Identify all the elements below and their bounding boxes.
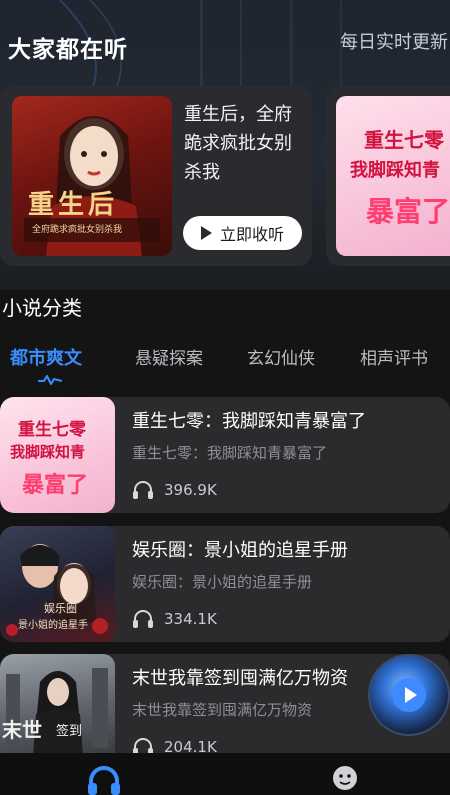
page-title: 大家都在听 — [8, 37, 128, 63]
play-icon — [200, 226, 212, 240]
listen-now-label: 立即收听 — [219, 225, 284, 244]
book-cover: 重生七零 我脚踩知青 暴富了 — [336, 96, 450, 256]
play-count-value: 396.9K — [164, 481, 217, 499]
play-count: 396.9K — [132, 479, 217, 501]
cover-line: 末世 — [2, 718, 42, 742]
tab-mystery[interactable]: 悬疑探案 — [135, 344, 203, 369]
cover-line: 重生七零 — [364, 128, 444, 152]
category-tabs: 都市爽文 悬疑探案 玄幻仙侠 相声评书 — [0, 344, 450, 385]
cover-line: 我脚踩知青 — [10, 443, 86, 461]
play-button[interactable] — [392, 678, 426, 712]
tab-crosstalk[interactable]: 相声评书 — [360, 344, 428, 369]
book-desc: 娱乐圈：景小姐的追星手册 — [132, 573, 313, 591]
headphones-nav-icon[interactable] — [87, 765, 121, 795]
play-count: 334.1K — [132, 608, 217, 630]
section-title: 小说分类 — [2, 296, 82, 320]
list-item[interactable]: 重生七零 我脚踩知青 暴富了 重生七零：我脚踩知青暴富了 重生七零：我脚踩知青暴… — [0, 397, 450, 513]
book-cover: 娱乐圈 景小姐的追星手 — [0, 526, 115, 642]
update-note: 每日实时更新 — [340, 32, 448, 53]
play-count-value: 334.1K — [164, 610, 217, 628]
listen-now-button[interactable]: 立即收听 — [183, 216, 302, 250]
cover-line: 暴富了 — [366, 195, 450, 228]
profile-icon[interactable] — [332, 765, 358, 795]
tab-indicator — [38, 375, 62, 385]
cover-line: 重生七零 — [18, 420, 86, 440]
cover-line: 景小姐的追星手 — [18, 620, 88, 631]
featured-card[interactable]: 重生七零 我脚踩知青 暴富了 — [326, 86, 450, 266]
floating-player[interactable] — [368, 654, 450, 736]
cover-line: 签到 — [56, 724, 83, 739]
bottom-nav — [0, 753, 450, 795]
featured-title: 重生后，全府跪求疯批女别杀我 — [184, 104, 292, 183]
cover-line: 我脚踩知青 — [350, 160, 440, 181]
cover-line: 娱乐圈 — [44, 602, 77, 615]
book-cover: 重生后 全府跪求疯批女别杀我 — [12, 96, 172, 256]
headphones-icon — [133, 610, 153, 628]
cover-title: 重生后 — [28, 190, 119, 220]
tab-fantasy[interactable]: 玄幻仙侠 — [247, 344, 315, 369]
hero-header: 大家都在听 每日实时更新 重生后 全府跪求疯批女别杀我 重生后，全府跪求疯批女别… — [0, 0, 450, 290]
book-desc: 重生七零：我脚踩知青暴富了 — [132, 444, 328, 462]
book-cover: 重生七零 我脚踩知青 暴富了 — [0, 397, 115, 513]
list-item[interactable]: 娱乐圈 景小姐的追星手 娱乐圈：景小姐的追星手册 娱乐圈：景小姐的追星手册 33… — [0, 526, 450, 642]
play-icon — [404, 687, 417, 703]
cover-subtitle: 全府跪求疯批女别杀我 — [32, 225, 123, 235]
book-title: 娱乐圈：景小姐的追星手册 — [132, 540, 348, 561]
cover-line: 暴富了 — [22, 473, 89, 498]
tab-urban[interactable]: 都市爽文 — [10, 344, 82, 370]
headphones-icon — [133, 481, 153, 499]
book-title: 重生七零：我脚踩知青暴富了 — [132, 411, 366, 432]
featured-card[interactable]: 重生后 全府跪求疯批女别杀我 重生后，全府跪求疯批女别杀我 立即收听 — [0, 86, 312, 266]
